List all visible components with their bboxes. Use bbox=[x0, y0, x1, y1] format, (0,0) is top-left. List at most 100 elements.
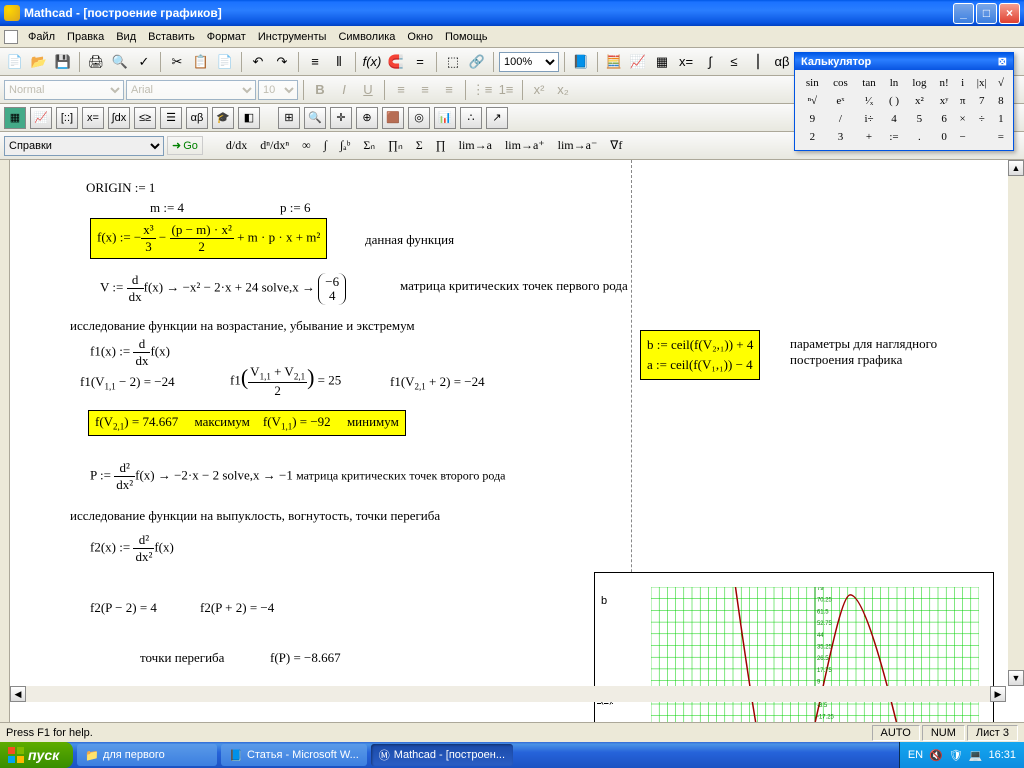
palette-matrix-icon[interactable]: [::] bbox=[56, 107, 78, 129]
cut-button[interactable]: ✂ bbox=[166, 51, 188, 73]
calc-key[interactable]: |x| bbox=[971, 74, 993, 92]
calc-key[interactable]: log bbox=[905, 74, 934, 92]
sym-prod-icon[interactable]: ∏ₙ bbox=[383, 136, 408, 155]
calc-key[interactable]: x² bbox=[905, 92, 934, 110]
underline-button[interactable]: U bbox=[357, 79, 379, 101]
minimize-button[interactable]: _ bbox=[953, 3, 974, 24]
tb-graph-icon[interactable]: 📈 bbox=[627, 51, 649, 73]
sym-nderiv-icon[interactable]: dⁿ/dxⁿ bbox=[255, 136, 294, 155]
undo-button[interactable]: ↶ bbox=[247, 51, 269, 73]
font-select[interactable]: Arial bbox=[126, 80, 256, 100]
origin-def[interactable]: ORIGIN := 1 bbox=[86, 180, 155, 196]
menu-tools[interactable]: Инструменты bbox=[252, 29, 333, 45]
calc-key[interactable]: ln bbox=[883, 74, 905, 92]
taskbar-item-mathcad[interactable]: Ⓜ Mathcad - [построен... bbox=[371, 744, 513, 766]
calc-key[interactable]: 9 bbox=[799, 110, 826, 128]
gr-polar-icon[interactable]: ⊕ bbox=[356, 107, 378, 129]
redo-button[interactable]: ↷ bbox=[271, 51, 293, 73]
align-button[interactable]: ≡ bbox=[304, 51, 326, 73]
bullets-button[interactable]: ⋮≡ bbox=[471, 79, 493, 101]
calc-key[interactable]: i bbox=[955, 74, 971, 92]
V-def[interactable]: V := ddxf(x) → −x² − 2·x + 24 solve,x → … bbox=[100, 272, 346, 305]
calc-key[interactable]: 4 bbox=[883, 110, 905, 128]
bold-button[interactable]: B bbox=[309, 79, 331, 101]
sym-inf-icon[interactable]: ∞ bbox=[297, 136, 316, 155]
vertical-scrollbar[interactable]: ▲ ▼ bbox=[1008, 160, 1024, 686]
calc-key[interactable]: := bbox=[883, 128, 905, 146]
align-right-button[interactable]: ≡ bbox=[438, 79, 460, 101]
print-button[interactable]: 🖨 bbox=[85, 51, 107, 73]
palette-eval-icon[interactable]: x= bbox=[82, 107, 104, 129]
calc-key[interactable]: π bbox=[955, 92, 971, 110]
f2-pm2[interactable]: f2(P − 2) = 4 bbox=[90, 600, 157, 616]
spell-button[interactable]: ✓ bbox=[133, 51, 155, 73]
subscript-button[interactable]: x₂ bbox=[552, 79, 574, 101]
calc-key[interactable]: 8 bbox=[993, 92, 1009, 110]
menu-insert[interactable]: Вставить bbox=[142, 29, 201, 45]
calc-key[interactable]: 2 bbox=[799, 128, 826, 146]
gr-3dbar-icon[interactable]: 📊 bbox=[434, 107, 456, 129]
scroll-up-icon[interactable]: ▲ bbox=[1008, 160, 1024, 176]
sym-defint-icon[interactable]: ∫ₐᵇ bbox=[335, 136, 355, 155]
goto-select[interactable]: Справки bbox=[4, 136, 164, 156]
tb-prog-icon[interactable]: ⎮ bbox=[747, 51, 769, 73]
calculator-close-icon[interactable]: ⊠ bbox=[998, 55, 1007, 68]
calc-key[interactable]: × bbox=[955, 110, 971, 128]
f1-v1-eval[interactable]: f1(V1,1 − 2) = −24 bbox=[80, 374, 175, 392]
gr-xy-icon[interactable]: ⊞ bbox=[278, 107, 300, 129]
calc-key[interactable]: − bbox=[955, 128, 971, 146]
calc-key[interactable]: xʸ bbox=[934, 92, 955, 110]
palette-prog-icon[interactable]: ☰ bbox=[160, 107, 182, 129]
calc-key[interactable]: = bbox=[993, 128, 1009, 146]
gr-zoom-icon[interactable]: 🔍 bbox=[304, 107, 326, 129]
palette-sym-icon[interactable]: 🎓 bbox=[212, 107, 234, 129]
calc-key[interactable]: ⁿ√ bbox=[799, 92, 826, 110]
calc-key[interactable]: ÷ bbox=[971, 110, 993, 128]
italic-button[interactable]: I bbox=[333, 79, 355, 101]
menu-view[interactable]: Вид bbox=[110, 29, 142, 45]
tray-icon-2[interactable]: 🛡 bbox=[949, 749, 963, 762]
tb-calc2-icon[interactable]: ∫ bbox=[699, 51, 721, 73]
calc-key[interactable]: i÷ bbox=[855, 110, 883, 128]
calc-key[interactable] bbox=[971, 128, 993, 146]
sym-deriv-icon[interactable]: d/dx bbox=[221, 136, 252, 155]
document-icon[interactable] bbox=[4, 30, 18, 44]
palette-graph-icon[interactable]: 📈 bbox=[30, 107, 52, 129]
align-center-button[interactable]: ≡ bbox=[414, 79, 436, 101]
param-region[interactable]: b := ceil(f(V₂,₁)) + 4 a := ceil(f(V₁,₁)… bbox=[640, 330, 760, 380]
close-button[interactable]: × bbox=[999, 3, 1020, 24]
start-button[interactable]: пуск bbox=[0, 742, 73, 768]
palette-greek-icon[interactable]: αβ bbox=[186, 107, 208, 129]
calc-key[interactable]: . bbox=[905, 128, 934, 146]
tray-clock[interactable]: 16:31 bbox=[988, 749, 1016, 761]
menu-format[interactable]: Формат bbox=[201, 29, 252, 45]
align2-button[interactable]: ⫴ bbox=[328, 51, 350, 73]
tb-bool-icon[interactable]: ≤ bbox=[723, 51, 745, 73]
hyperlink-button[interactable]: 🔗 bbox=[466, 51, 488, 73]
menu-symbolic[interactable]: Символика bbox=[332, 29, 401, 45]
f2-def[interactable]: f2(x) := d²dx²f(x) bbox=[90, 532, 174, 565]
calc-key[interactable]: 7 bbox=[971, 92, 993, 110]
scroll-left-icon[interactable]: ◀ bbox=[10, 686, 26, 702]
align-left-button[interactable]: ≡ bbox=[390, 79, 412, 101]
document-area[interactable]: ORIGIN := 1 m := 4 p := 6 f(x) := −x³3 −… bbox=[0, 160, 1024, 722]
go-button[interactable]: ➜ Go bbox=[167, 136, 203, 155]
sym-sum2-icon[interactable]: Σ bbox=[411, 136, 428, 155]
gr-surface-icon[interactable]: 🟫 bbox=[382, 107, 404, 129]
sym-prod2-icon[interactable]: ∏ bbox=[431, 136, 451, 155]
scroll-right-icon[interactable]: ▶ bbox=[990, 686, 1006, 702]
calc-key[interactable]: + bbox=[855, 128, 883, 146]
taskbar-item-folder[interactable]: 📁 для первого bbox=[77, 744, 217, 766]
paste-button[interactable]: 📄 bbox=[214, 51, 236, 73]
calc-key[interactable]: / bbox=[826, 110, 856, 128]
calc-key[interactable]: 3 bbox=[826, 128, 856, 146]
sym-int-icon[interactable]: ∫ bbox=[319, 136, 332, 155]
menu-help[interactable]: Помощь bbox=[439, 29, 494, 45]
calc-key[interactable]: tan bbox=[855, 74, 883, 92]
sym-grad-icon[interactable]: ∇f bbox=[605, 136, 627, 155]
preview-button[interactable]: 🔍 bbox=[109, 51, 131, 73]
menu-window[interactable]: Окно bbox=[401, 29, 439, 45]
tb-greek-icon[interactable]: αβ bbox=[771, 51, 793, 73]
gr-trace-icon[interactable]: ✛ bbox=[330, 107, 352, 129]
gr-scatter-icon[interactable]: ∴ bbox=[460, 107, 482, 129]
